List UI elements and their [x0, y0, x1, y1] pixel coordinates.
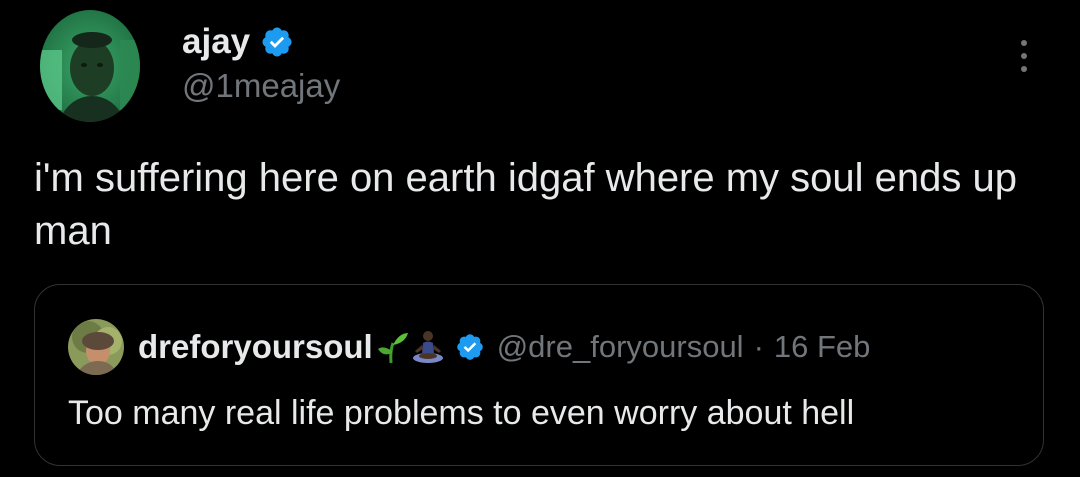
more-options-icon-dot [1021, 66, 1027, 72]
quoted-author-handle[interactable]: @dre_foryoursoul [497, 327, 744, 367]
more-options-icon [1021, 40, 1027, 46]
quoted-author-display-name[interactable]: dreforyoursoul [138, 327, 373, 367]
quoted-author-avatar[interactable] [68, 319, 124, 375]
more-options-button[interactable] [1004, 36, 1044, 76]
author-name-row[interactable]: ajay [182, 22, 294, 62]
author-handle[interactable]: @1meajay [182, 66, 340, 106]
more-options-icon-dot [1021, 53, 1027, 59]
tweet-text: i'm suffering here on earth idgaf where … [34, 156, 1018, 253]
seedling-icon [375, 329, 409, 365]
profile-photo [40, 10, 140, 122]
person-in-lotus-position-icon [411, 329, 445, 365]
author-avatar[interactable] [40, 10, 140, 122]
quoted-verified-badge-icon [455, 332, 485, 362]
author-display-name[interactable]: ajay [182, 22, 250, 62]
profile-photo [68, 319, 124, 375]
quoted-tweet-card[interactable]: dreforyoursoul @dre_foryoursoul · 16 Feb… [34, 284, 1044, 466]
meta-separator: · [753, 329, 764, 364]
quoted-tweet-date[interactable]: 16 Feb [774, 327, 871, 367]
verified-badge-icon [260, 25, 294, 59]
quoted-tweet-text: Too many real life problems to even worr… [68, 394, 855, 432]
quoted-tweet-header: dreforyoursoul @dre_foryoursoul · 16 Feb [138, 327, 870, 367]
